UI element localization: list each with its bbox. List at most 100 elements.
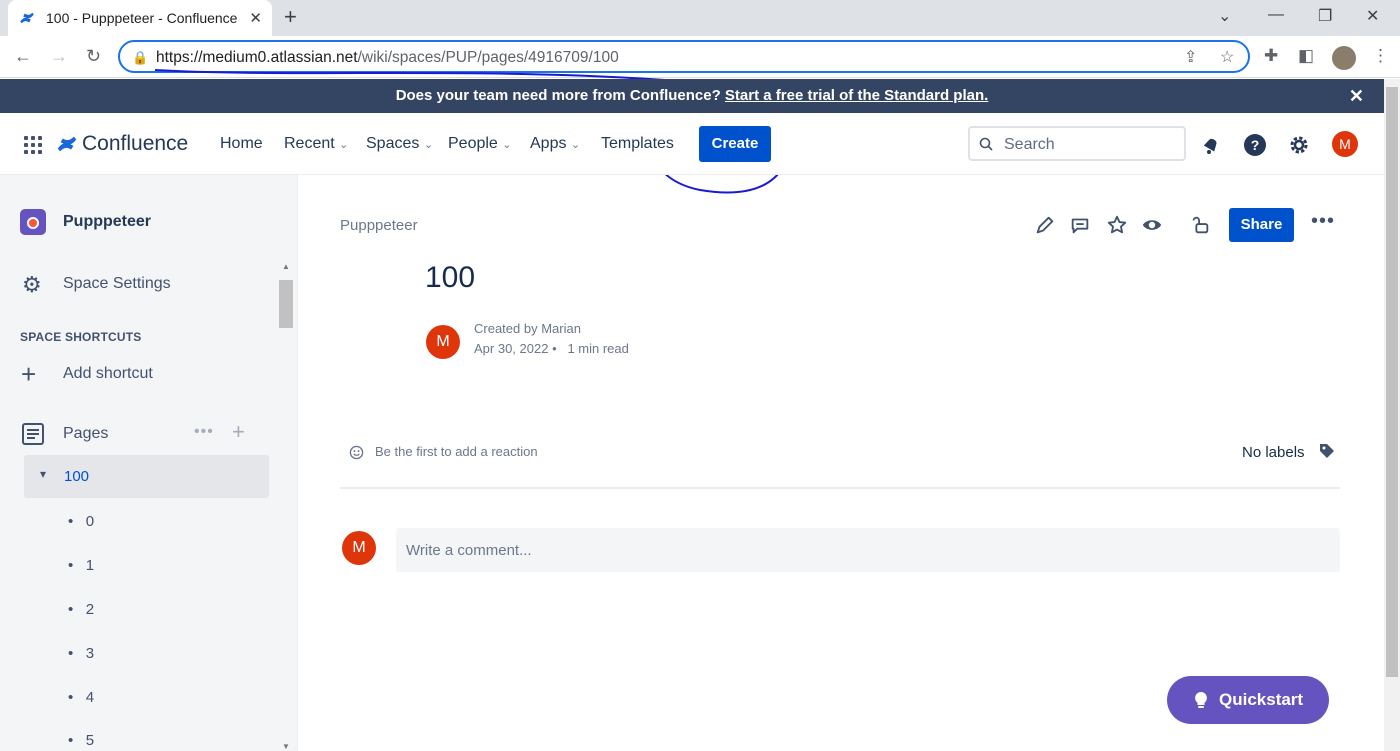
page-tree-child[interactable]: • 4 [68,689,94,706]
more-icon[interactable]: ••• [194,423,214,441]
browser-tab[interactable]: 100 - Pupppeteer - Confluence ✕ [8,0,272,36]
space-avatar-icon[interactable] [20,209,46,235]
browser-toolbar: ← → ↻ 🔒 https://medium0.atlassian.net/wi… [0,36,1400,78]
restrictions-unlock-icon[interactable] [1189,214,1211,236]
app-switcher-icon[interactable] [24,136,42,154]
address-bar[interactable]: 🔒 https://medium0.atlassian.net/wiki/spa… [118,40,1250,73]
content-divider [340,487,1340,489]
top-navigation: Confluence Home Recent ⌄ Spaces ⌄ People… [0,113,1384,175]
profile-avatar-icon[interactable] [1332,46,1356,70]
reaction-prompt[interactable]: Be the first to add a reaction [375,444,538,459]
share-page-icon[interactable]: ⇪ [1184,47,1197,67]
reload-icon[interactable]: ↻ [86,46,101,67]
child-label: 0 [85,513,95,530]
minimize-icon[interactable]: — [1268,6,1284,24]
create-button[interactable]: Create [699,126,771,162]
chevron-down-icon[interactable]: ▾ [40,467,46,481]
page-tree-child[interactable]: • 1 [68,557,94,574]
side-panel-icon[interactable]: ◧ [1298,46,1314,66]
share-button[interactable]: Share [1229,208,1294,242]
space-settings-link[interactable]: Space Settings [63,275,171,293]
window-close-icon[interactable]: ✕ [1366,6,1379,26]
chevron-down-icon: ⌄ [570,139,581,151]
sidebar-scrollbar[interactable]: ▲ ▼ [279,262,295,751]
search-icon [979,137,993,151]
url-path: /wiki/spaces/PUP/pages/4916709/100 [357,49,619,66]
pages-link[interactable]: Pages [63,425,108,443]
nav-templates[interactable]: Templates [601,135,674,153]
svg-text:?: ? [1251,137,1260,153]
browser-menu-icon[interactable]: ⋮ [1372,46,1389,66]
label-tag-icon[interactable] [1318,442,1336,460]
banner-close-icon[interactable]: ✕ [1349,79,1364,113]
edit-pencil-icon[interactable] [1034,214,1056,236]
quickstart-label: Quickstart [1219,690,1304,709]
bookmark-star-icon[interactable]: ☆ [1220,47,1234,67]
scroll-down-icon[interactable]: ▼ [282,742,290,751]
help-icon[interactable]: ? [1243,133,1267,157]
page-scroll-thumb[interactable] [1386,87,1398,677]
browser-tab-strip: 100 - Pupppeteer - Confluence ✕ + ⌄ — ❐ … [0,0,1400,36]
upgrade-banner: Does your team need more from Confluence… [0,79,1384,113]
nav-people[interactable]: People ⌄ [448,135,512,153]
tab-title: 100 - Pupppeteer - Confluence [46,10,238,26]
tab-close-icon[interactable]: ✕ [249,9,262,27]
confluence-favicon-icon [20,12,34,24]
back-icon[interactable]: ← [14,46,32,67]
lightbulb-icon [1195,692,1207,708]
nav-recent-label: Recent [284,135,335,152]
extensions-icon[interactable]: ✚ [1264,46,1278,66]
chevron-down-icon: ⌄ [423,139,434,151]
add-reaction-icon[interactable] [349,445,364,460]
page-tree-label: 100 [64,468,90,485]
star-icon[interactable] [1106,214,1128,236]
comment-input[interactable]: Write a comment... [396,528,1340,572]
user-avatar[interactable]: M [1332,131,1358,157]
created-by: Created by Marian [474,321,581,336]
scroll-up-icon[interactable]: ▲ [282,262,290,271]
lock-icon: 🔒 [132,50,149,65]
child-label: 2 [85,601,95,618]
comment-icon[interactable] [1069,214,1091,236]
sidebar-scroll-thumb[interactable] [279,280,293,328]
tab-search-icon[interactable]: ⌄ [1218,6,1231,26]
page-scrollbar[interactable] [1384,79,1400,751]
nav-spaces[interactable]: Spaces ⌄ [366,135,433,153]
add-page-icon[interactable]: + [232,419,245,445]
more-actions-icon[interactable]: ••• [1311,210,1335,233]
chevron-down-icon: ⌄ [502,139,512,151]
settings-gear-icon[interactable] [1287,133,1311,157]
banner-trial-link[interactable]: Start a free trial of the Standard plan. [725,87,988,104]
nav-recent[interactable]: Recent ⌄ [284,135,348,153]
child-label: 5 [85,732,95,749]
space-name[interactable]: Pupppeteer [63,213,151,231]
watch-eye-icon[interactable] [1141,214,1163,236]
add-shortcut-link[interactable]: Add shortcut [63,365,153,383]
author-avatar[interactable]: M [426,325,460,359]
space-shortcuts-heading: SPACE SHORTCUTS [20,330,142,344]
url-text[interactable]: https://medium0.atlassian.net/wiki/space… [156,49,619,67]
restore-icon[interactable]: ❐ [1318,6,1332,26]
confluence-logo-icon[interactable] [56,133,78,155]
new-tab-icon[interactable]: + [284,5,297,29]
page-tree-child[interactable]: • 5 [68,732,94,749]
forward-icon[interactable]: → [50,46,68,67]
page-title: 100 [425,261,476,294]
nav-apps-label: Apps [530,135,567,152]
page-tree-child[interactable]: • 2 [68,601,94,618]
nav-apps[interactable]: Apps ⌄ [530,135,580,153]
search-input[interactable]: Search [968,126,1186,161]
breadcrumb[interactable]: Pupppeteer [340,217,418,234]
confluence-logo-text[interactable]: Confluence [82,132,188,156]
chevron-down-icon: ⌄ [339,139,349,151]
page-tree-item-selected[interactable]: ▾ 100 [24,455,269,498]
nav-home[interactable]: Home [220,135,263,153]
nav-people-label: People [448,135,498,152]
page-tree-child[interactable]: • 0 [68,513,94,530]
nav-spaces-label: Spaces [366,135,420,152]
comment-placeholder: Write a comment... [406,542,532,559]
page-tree-child[interactable]: • 3 [68,645,94,662]
quickstart-button[interactable]: Quickstart [1167,676,1329,724]
created-date: Apr 30, 2022 [474,341,549,356]
notifications-bell-icon[interactable] [1199,133,1223,157]
